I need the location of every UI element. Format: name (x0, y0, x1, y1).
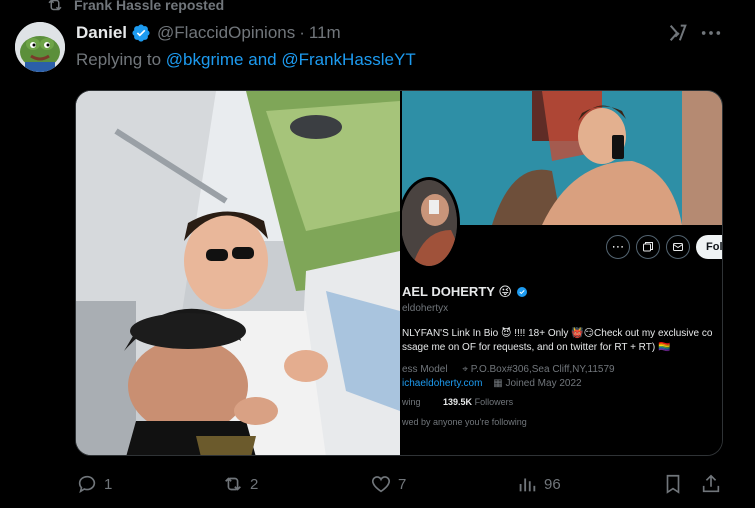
followers-count: 139.5K (443, 397, 473, 407)
reply-count: 1 (104, 475, 113, 493)
repost-text: Frank Hassle reposted (74, 0, 225, 13)
grok-icon[interactable] (667, 22, 689, 44)
reply-icon (78, 475, 96, 494)
replying-to: Replying to @bkgrime and @FrankHassleYT (76, 50, 416, 70)
repost-indicator[interactable]: Frank Hassle reposted (46, 0, 224, 14)
retweet-icon (225, 477, 241, 491)
author-handle[interactable]: @FlaccidOpinions (157, 23, 295, 43)
avatar[interactable] (15, 22, 65, 72)
post-header: Daniel @FlaccidOpinions · 11m (76, 22, 341, 44)
media-photo-profile-screenshot[interactable]: ⋯ Fol AEL DOHERTY 😜 eldohertyx NLYFAN'S … (402, 91, 722, 455)
profile-joined: Joined May 2022 (505, 378, 582, 389)
like-count: 7 (398, 475, 407, 493)
mention-link[interactable]: @bkgrime (166, 50, 244, 69)
profile-location: P.O.Box#306,Sea Cliff,NY,11579 (470, 364, 615, 375)
views-button[interactable]: 96 (516, 472, 561, 496)
post-actions: 1 2 7 96 (76, 472, 726, 496)
repost-icon (48, 0, 62, 11)
like-icon (371, 476, 391, 493)
author-name[interactable]: Daniel (76, 23, 127, 43)
profile-subscribe-button[interactable] (636, 235, 660, 259)
profile-meta: ess Model ⌖ P.O.Box#306,Sea Cliff,NY,115… (402, 363, 615, 391)
location-icon: ⌖ (462, 364, 468, 375)
verified-badge-icon[interactable] (131, 23, 151, 43)
profile-bio-line: ssage me on OF for requests, and on twit… (402, 342, 671, 353)
calendar-icon: ▦ (493, 378, 503, 389)
followers-label: Followers (474, 397, 514, 407)
profile-followed-by: wed by anyone you're following (402, 417, 527, 427)
replying-prefix: Replying to (76, 50, 166, 69)
profile-verified-icon (516, 287, 527, 297)
following-label: wing (402, 397, 421, 407)
profile-bio: NLYFAN'S Link In Bio 😈 !!!! 18+ Only 👹😏C… (402, 327, 712, 355)
separator-dot: · (299, 23, 305, 42)
profile-handle: eldohertyx (402, 303, 449, 314)
profile-website: ichaeldoherty.com (402, 378, 483, 389)
mail-icon (673, 243, 683, 251)
profile-more-button[interactable]: ⋯ (606, 235, 630, 259)
more-dots-icon: ⋯ (611, 239, 625, 254)
profile-name: AEL DOHERTY 😜 (402, 284, 528, 300)
profile-bio-line: NLYFAN'S Link In Bio 😈 !!!! 18+ Only 👹😏C… (402, 328, 713, 339)
bookmark-icon (666, 474, 680, 494)
views-icon (519, 478, 536, 492)
share-icon (702, 474, 720, 493)
share-button[interactable] (700, 472, 722, 496)
profile-counts: wing 139.5K Followers (402, 397, 513, 407)
bookmark-button[interactable] (662, 472, 684, 496)
post-time[interactable]: 11m (309, 23, 341, 43)
more-icon[interactable] (700, 24, 722, 42)
like-button[interactable]: 7 (370, 472, 406, 496)
profile-name-text: AEL DOHERTY 😜 (402, 284, 512, 299)
subscribe-icon (643, 242, 653, 252)
reply-button[interactable]: 1 (76, 472, 112, 496)
retweet-count: 2 (250, 475, 259, 493)
retweet-button[interactable]: 2 (222, 472, 258, 496)
profile-avatar (402, 177, 460, 269)
mention-link[interactable]: @FrankHassleYT (281, 50, 415, 69)
profile-profession: ess Model (402, 364, 448, 375)
media-photo-selfie[interactable] (76, 91, 400, 455)
profile-message-button[interactable] (666, 235, 690, 259)
replying-joiner: and (243, 50, 282, 69)
profile-follow-button[interactable]: Fol (696, 235, 722, 259)
views-count: 96 (544, 475, 561, 493)
media-grid: ⋯ Fol AEL DOHERTY 😜 eldohertyx NLYFAN'S … (75, 90, 723, 456)
